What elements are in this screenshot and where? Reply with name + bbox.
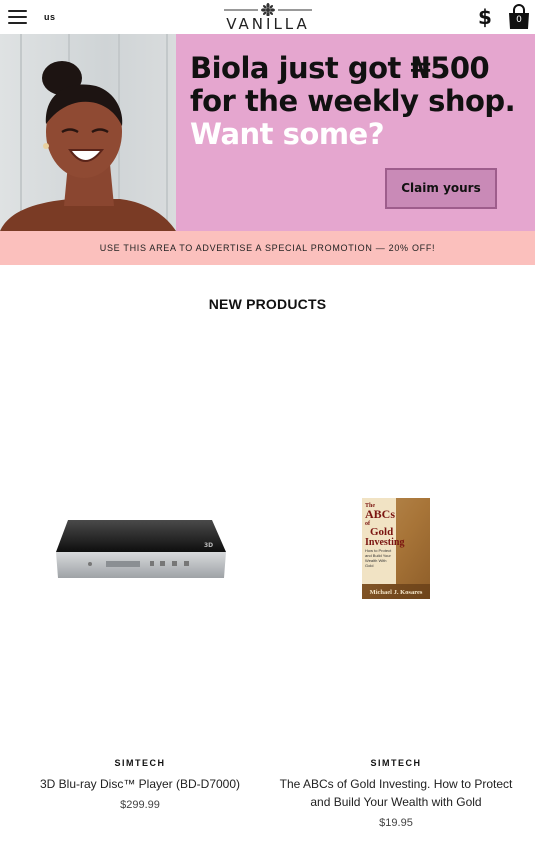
- cart-button[interactable]: 0: [507, 4, 531, 30]
- banner-headline: Biola just got ₦500 for the weekly shop.…: [190, 52, 530, 151]
- blu-ray-player-image[interactable]: 3D: [54, 518, 226, 580]
- book-cover-image[interactable]: The ABCs of Gold Investing How to Protec…: [362, 498, 430, 599]
- hero-banner[interactable]: Biola just got ₦500 for the weekly shop.…: [0, 34, 535, 231]
- banner-headline-line-3: Want some?: [190, 117, 385, 151]
- cart-count-badge: 0: [516, 15, 522, 25]
- section-title: NEW PRODUCTS: [208, 296, 327, 312]
- site-header: us VANILLA $ 0: [0, 0, 535, 34]
- promo-bar: USE THIS AREA TO ADVERTISE A SPECIAL PRO…: [0, 231, 535, 265]
- currency-selector[interactable]: $: [478, 5, 492, 29]
- cover-title-abcs: ABCs: [365, 507, 395, 521]
- locale-selector[interactable]: us: [44, 12, 56, 22]
- cover-title-investing: Investing: [365, 537, 404, 548]
- site-logo[interactable]: VANILLA: [220, 3, 316, 33]
- player-3d-label: 3D: [204, 542, 213, 549]
- product-card[interactable]: SIMTECH 3D Blu-ray Disc™ Player (BD-D700…: [10, 758, 270, 811]
- banner-headline-line-2: for the weekly shop.: [190, 84, 516, 118]
- product-price: $19.95: [379, 817, 413, 829]
- logo-text: VANILLA: [226, 15, 310, 33]
- product-brand: SIMTECH: [370, 758, 422, 768]
- banner-photo: [0, 34, 176, 231]
- product-brand: SIMTECH: [114, 758, 166, 768]
- cover-author: Michael J. Kosares: [370, 589, 423, 596]
- product-name[interactable]: The ABCs of Gold Investing. How to Prote…: [266, 775, 526, 811]
- product-name[interactable]: 3D Blu-ray Disc™ Player (BD-D7000): [10, 775, 270, 793]
- product-card[interactable]: SIMTECH The ABCs of Gold Investing. How …: [266, 758, 526, 829]
- product-price: $299.99: [120, 799, 160, 811]
- cover-subtitle: How to Protect and Build Your Wealth Wit…: [365, 548, 392, 568]
- claim-yours-button[interactable]: Claim yours: [385, 168, 497, 209]
- banner-headline-line-1: Biola just got ₦500: [190, 51, 490, 85]
- hamburger-menu-icon[interactable]: [8, 10, 27, 25]
